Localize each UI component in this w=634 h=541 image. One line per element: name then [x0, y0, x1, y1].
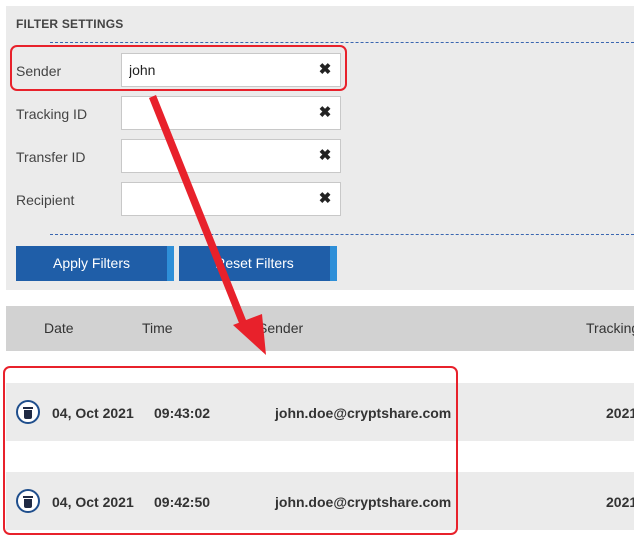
- transfer-id-clear-icon[interactable]: ✖: [318, 148, 332, 164]
- tracking-id-field-box: ✖: [121, 96, 341, 130]
- divider-bottom: [50, 234, 634, 235]
- filter-row-recipient: Recipient ✖: [6, 182, 346, 218]
- column-header-time[interactable]: Time: [142, 320, 173, 336]
- column-header-sender[interactable]: Sender: [258, 320, 303, 336]
- tracking-id-clear-icon[interactable]: ✖: [318, 105, 332, 121]
- results-table-header: Date Time Sender Tracking: [6, 306, 634, 351]
- row-tracking: 2021: [606, 405, 634, 421]
- transfer-id-label: Transfer ID: [16, 149, 86, 165]
- tracking-id-label: Tracking ID: [16, 106, 88, 122]
- apply-filters-button[interactable]: Apply Filters: [16, 246, 174, 281]
- filter-row-tracking-id: Tracking ID ✖: [6, 96, 346, 132]
- transfer-id-field-box: ✖: [121, 139, 341, 173]
- sender-highlight-box: [10, 45, 347, 91]
- filter-row-transfer-id: Transfer ID ✖: [6, 139, 346, 175]
- recipient-label: Recipient: [16, 192, 75, 208]
- divider-top: [50, 42, 634, 43]
- recipient-clear-icon[interactable]: ✖: [318, 191, 332, 207]
- column-header-tracking[interactable]: Tracking: [586, 320, 634, 336]
- reset-filters-button[interactable]: Reset Filters: [179, 246, 337, 281]
- row-tracking: 2021: [606, 494, 634, 510]
- results-highlight-box: [3, 366, 458, 535]
- recipient-field-box: ✖: [121, 182, 341, 216]
- tracking-id-input[interactable]: [122, 97, 312, 129]
- recipient-input[interactable]: [122, 183, 312, 215]
- transfer-id-input[interactable]: [122, 140, 312, 172]
- filter-settings-title: FILTER SETTINGS: [16, 17, 124, 31]
- column-header-date[interactable]: Date: [44, 320, 74, 336]
